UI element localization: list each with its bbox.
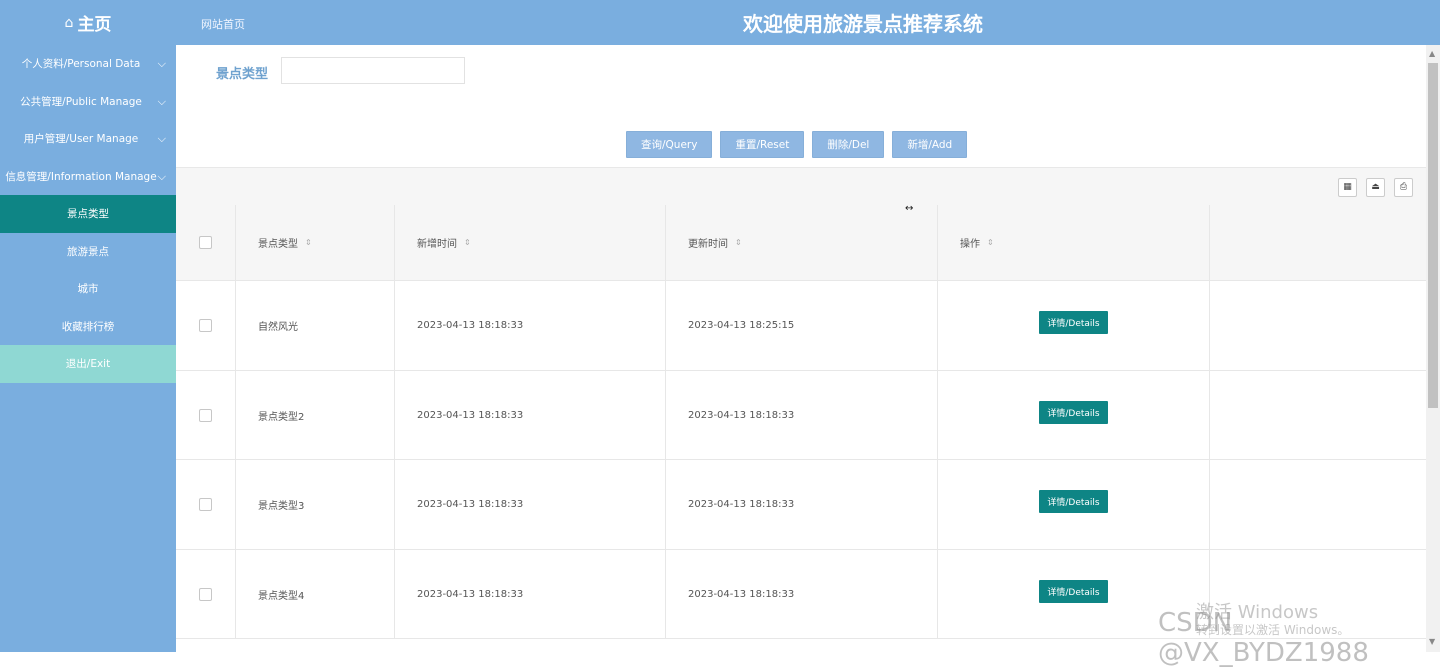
- sidebar-item-user-manage[interactable]: 用户管理/User Manage ⌵: [0, 120, 176, 158]
- columns-filter-icon[interactable]: ▦: [1338, 178, 1357, 197]
- export-icon[interactable]: ⏏: [1366, 178, 1385, 197]
- row-select-cell: [176, 460, 236, 549]
- cell-created: 2023-04-13 18:18:33: [395, 550, 666, 638]
- sidebar-item-label: 旅游景点: [67, 245, 109, 258]
- cell-updated: 2023-04-13 18:18:33: [666, 371, 938, 459]
- cell-created: 2023-04-13 18:18:33: [395, 371, 666, 459]
- sidebar-item-label: 退出/Exit: [65, 358, 111, 371]
- details-button[interactable]: 详情/Details: [1039, 490, 1108, 513]
- table-row: 景点类型2 2023-04-13 18:18:33 2023-04-13 18:…: [176, 371, 1426, 460]
- table-header-row: 景点类型 ⇕ 新增时间 ⇕ 更新时间 ⇕ 操作 ⇕: [176, 205, 1426, 281]
- sidebar-item-label: 公共管理/Public Manage: [20, 95, 142, 108]
- row-checkbox[interactable]: [199, 587, 212, 601]
- row-checkbox[interactable]: [199, 498, 212, 511]
- row-select-cell: [176, 281, 236, 370]
- action-buttons: 查询/Query 重置/Reset 删除/Del 新增/Add: [626, 131, 975, 158]
- home-link[interactable]: ⌂ 主页: [0, 0, 176, 45]
- sort-icon[interactable]: ⇕: [987, 238, 994, 247]
- spot-type-search-input[interactable]: [281, 57, 465, 84]
- sidebar-item-label: 收藏排行榜: [61, 320, 115, 333]
- table-row: 景点类型4 2023-04-13 18:18:33 2023-04-13 18:…: [176, 550, 1426, 639]
- cell-actions: 详情/Details: [938, 460, 1210, 549]
- row-checkbox[interactable]: [199, 319, 212, 332]
- row-select-cell: [176, 371, 236, 459]
- sort-icon[interactable]: ⇕: [735, 238, 742, 247]
- select-all-cell: [176, 205, 236, 280]
- sidebar-item-tourist-spot[interactable]: 旅游景点: [0, 233, 176, 271]
- cell-actions: 详情/Details: [938, 371, 1210, 459]
- cell-updated: 2023-04-13 18:18:33: [666, 460, 938, 549]
- sidebar-item-label: 景点类型: [67, 208, 109, 221]
- table-toolbar: [176, 167, 1426, 205]
- column-header-created[interactable]: 新增时间 ⇕: [395, 205, 666, 280]
- select-all-checkbox[interactable]: [199, 236, 212, 249]
- cell-type: 自然风光: [236, 281, 395, 370]
- details-button[interactable]: 详情/Details: [1039, 311, 1108, 334]
- sidebar: 个人资料/Personal Data ⌵ 公共管理/Public Manage …: [0, 45, 176, 652]
- scrollbar-thumb[interactable]: [1428, 63, 1438, 408]
- column-header-label: 更新时间: [688, 239, 728, 250]
- print-icon[interactable]: ⎙: [1394, 178, 1413, 197]
- sidebar-item-information-manage[interactable]: 信息管理/Information Manage ⌵: [0, 158, 176, 196]
- table-row: 自然风光 2023-04-13 18:18:33 2023-04-13 18:2…: [176, 281, 1426, 371]
- home-icon: ⌂: [64, 14, 74, 31]
- cell-type: 景点类型2: [236, 371, 395, 459]
- row-checkbox[interactable]: [199, 408, 212, 422]
- sidebar-item-label: 个人资料/Personal Data: [21, 58, 141, 71]
- column-header-actions[interactable]: 操作 ⇕: [938, 205, 1210, 280]
- chevron-down-icon: ⌵: [157, 94, 166, 108]
- query-button[interactable]: 查询/Query: [626, 131, 713, 158]
- details-button[interactable]: 详情/Details: [1039, 400, 1108, 424]
- cell-created: 2023-04-13 18:18:33: [395, 460, 666, 549]
- sidebar-item-personal-data[interactable]: 个人资料/Personal Data ⌵: [0, 45, 176, 83]
- breadcrumb[interactable]: 网站首页: [201, 16, 245, 32]
- top-bar: ⌂ 主页 网站首页 欢迎使用旅游景点推荐系统: [0, 0, 1440, 45]
- sidebar-item-city[interactable]: 城市: [0, 270, 176, 308]
- column-header-type[interactable]: 景点类型 ⇕: [236, 205, 395, 280]
- app-title: 欢迎使用旅游景点推荐系统: [743, 12, 983, 36]
- cell-actions: 详情/Details: [938, 281, 1210, 370]
- sidebar-item-public-manage[interactable]: 公共管理/Public Manage ⌵: [0, 83, 176, 121]
- scroll-up-icon[interactable]: ▲: [1429, 49, 1435, 58]
- sort-icon[interactable]: ⇕: [305, 238, 312, 247]
- row-select-cell: [176, 550, 236, 638]
- sidebar-item-exit[interactable]: 退出/Exit: [0, 345, 176, 383]
- sort-icon[interactable]: ⇕: [464, 238, 471, 247]
- sidebar-item-label: 信息管理/Information Manage: [5, 170, 157, 183]
- sidebar-item-spot-type[interactable]: 景点类型: [0, 195, 176, 233]
- column-header-updated[interactable]: 更新时间 ⇕: [666, 205, 938, 280]
- cell-actions: 详情/Details: [938, 550, 1210, 638]
- resize-cursor-icon: ↔: [905, 203, 914, 214]
- table-row: 景点类型3 2023-04-13 18:18:33 2023-04-13 18:…: [176, 460, 1426, 550]
- reset-button[interactable]: 重置/Reset: [720, 131, 805, 158]
- chevron-down-icon: ⌵: [157, 169, 166, 183]
- sidebar-item-label: 用户管理/User Manage: [23, 133, 139, 146]
- sidebar-item-label: 城市: [77, 283, 99, 296]
- details-button[interactable]: 详情/Details: [1039, 579, 1108, 603]
- column-header-label: 新增时间: [417, 239, 457, 250]
- column-header-label: 景点类型: [258, 239, 298, 250]
- sidebar-item-favorites-ranking[interactable]: 收藏排行榜: [0, 308, 176, 346]
- chevron-down-icon: ⌵: [157, 132, 166, 145]
- search-label: 景点类型: [216, 67, 269, 82]
- cell-type: 景点类型4: [236, 550, 395, 638]
- delete-button[interactable]: 删除/Del: [812, 131, 885, 158]
- column-header-label: 操作: [960, 239, 980, 250]
- cell-type: 景点类型3: [236, 460, 395, 549]
- cell-created: 2023-04-13 18:18:33: [395, 281, 666, 370]
- main-content: 景点类型 查询/Query 重置/Reset 删除/Del 新增/Add ▦ ⏏…: [176, 45, 1426, 652]
- page-scrollbar[interactable]: ▲ ▼: [1426, 45, 1440, 652]
- cell-updated: 2023-04-13 18:18:33: [666, 550, 938, 638]
- cell-updated: 2023-04-13 18:25:15: [666, 281, 938, 370]
- brand-label: 主页: [77, 15, 112, 35]
- chevron-down-icon: ⌵: [157, 57, 166, 70]
- scroll-down-icon[interactable]: ▼: [1429, 637, 1435, 646]
- add-button[interactable]: 新增/Add: [892, 131, 968, 158]
